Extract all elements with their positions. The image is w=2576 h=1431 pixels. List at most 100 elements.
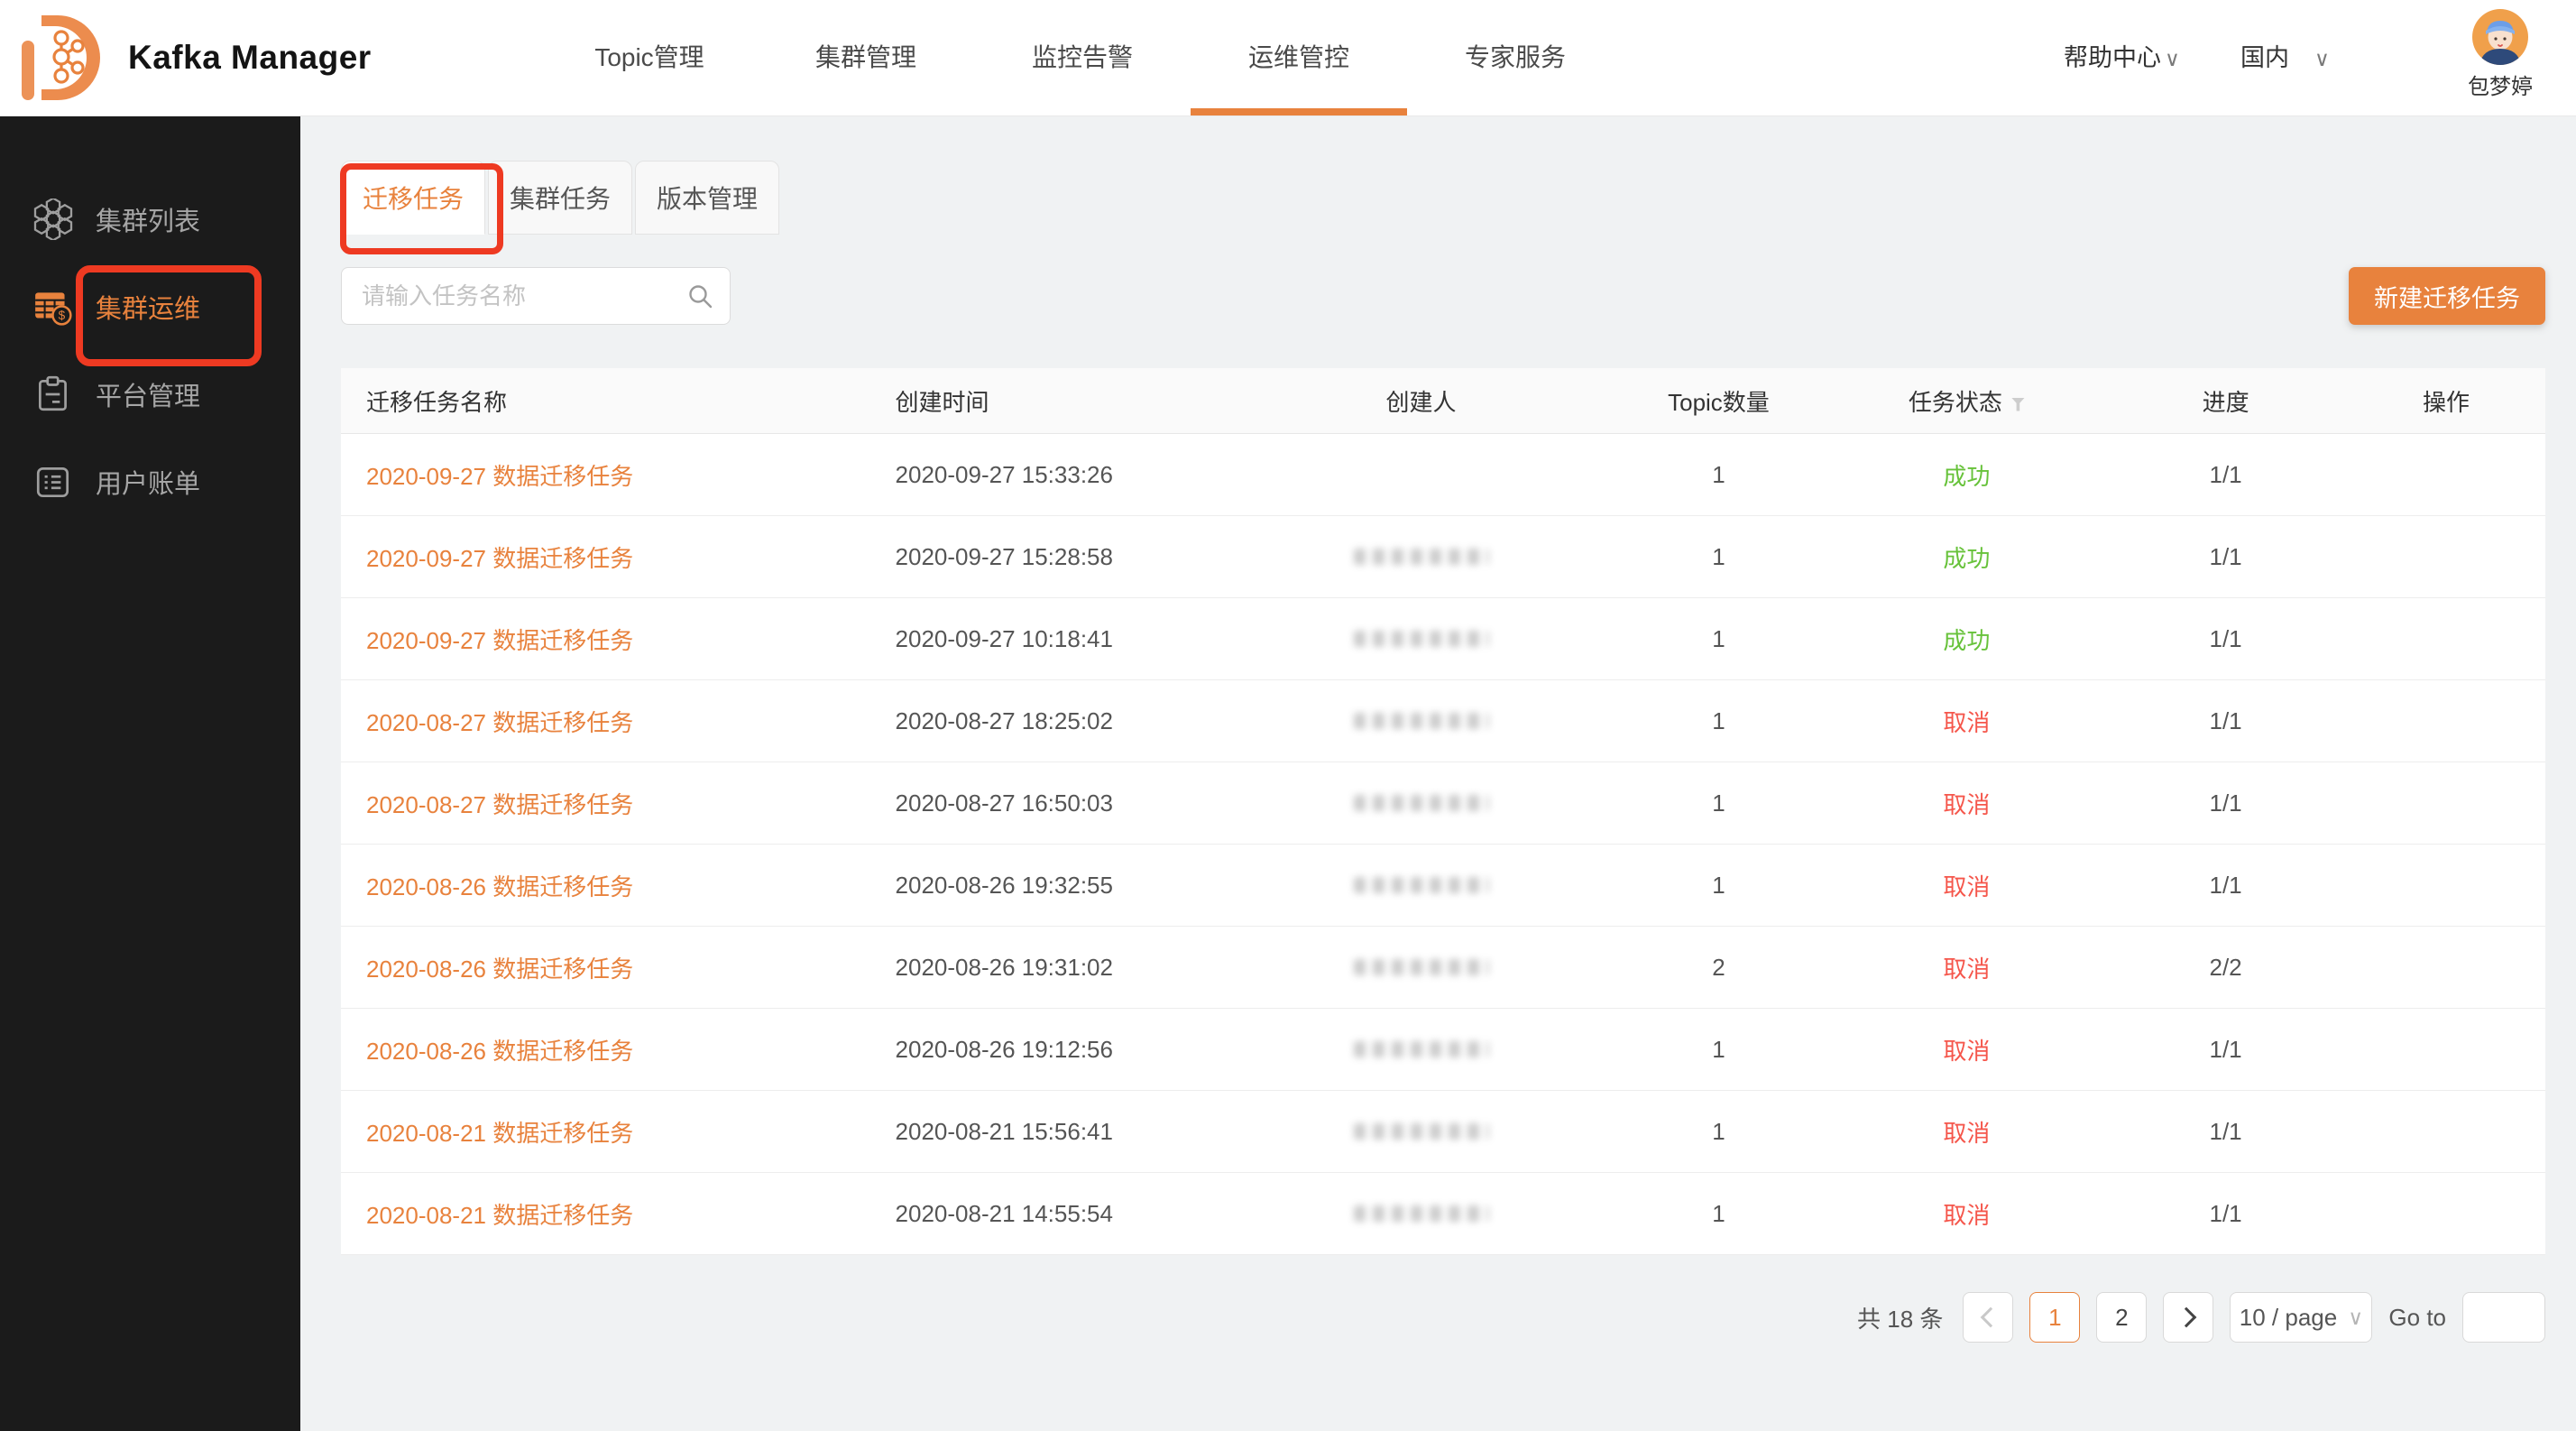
creator-cell [1234, 543, 1608, 571]
task-status: 成功 [1829, 458, 2105, 492]
creator-redacted-text [1354, 959, 1489, 975]
topic-count: 1 [1608, 1036, 1828, 1064]
tab-version-management[interactable]: 版本管理 [635, 161, 779, 235]
svg-text:$: $ [59, 309, 66, 322]
tab-migration-tasks[interactable]: 迁移任务 [341, 161, 485, 235]
sidebar-item-label: 用户账单 [96, 463, 200, 501]
hexagon-cluster-icon [32, 198, 74, 240]
created-time: 2020-08-26 19:32:55 [870, 872, 1234, 900]
task-status: 取消 [1829, 1033, 2105, 1066]
help-center-dropdown[interactable]: 帮助中心∨ [2064, 0, 2180, 115]
chevron-left-icon [1981, 1307, 2001, 1328]
topic-count: 1 [1608, 872, 1828, 900]
task-name-link[interactable]: 2020-08-21 数据迁移任务 [341, 1115, 870, 1149]
task-name-link[interactable]: 2020-08-27 数据迁移任务 [341, 787, 870, 820]
topic-count: 1 [1608, 1200, 1828, 1228]
task-name-link[interactable]: 2020-08-27 数据迁移任务 [341, 705, 870, 738]
task-name-link[interactable]: 2020-09-27 数据迁移任务 [341, 458, 870, 492]
progress: 1/1 [2104, 1118, 2347, 1146]
creator-redacted-text [1354, 1041, 1489, 1057]
table-body: 2020-09-27 数据迁移任务2020-09-27 15:33:261成功1… [341, 434, 2545, 1255]
goto-page-input[interactable] [2462, 1292, 2545, 1343]
sidebar-item-cluster-list[interactable]: 集群列表 [0, 175, 300, 263]
creator-cell [1234, 789, 1608, 817]
created-time: 2020-08-21 15:56:41 [870, 1118, 1234, 1146]
created-time: 2020-08-26 19:31:02 [870, 954, 1234, 982]
clipboard-icon [32, 374, 74, 415]
task-name-link[interactable]: 2020-08-26 数据迁移任务 [341, 951, 870, 984]
filter-icon[interactable] [2011, 398, 2025, 411]
task-name-link[interactable]: 2020-08-26 数据迁移任务 [341, 869, 870, 902]
table-row: 2020-08-21 数据迁移任务2020-08-21 15:56:411取消1… [341, 1091, 2545, 1173]
list-icon [32, 461, 74, 503]
creator-redacted-text [1354, 631, 1489, 647]
nav-ops-control[interactable]: 运维管控 [1191, 0, 1407, 115]
user-menu[interactable]: 包梦婷 [2446, 9, 2554, 100]
migration-task-table: 迁移任务名称 创建时间 创建人 Topic数量 任务状态 进度 操作 2020-… [341, 368, 2545, 1245]
pagination-bar: 共 18 条 1 2 10 / page∨ Go to [341, 1292, 2545, 1343]
total-count-label: 共 18 条 [1857, 1301, 1943, 1334]
task-status: 取消 [1829, 869, 2105, 902]
prev-page-button[interactable] [1963, 1292, 2013, 1343]
task-name-link[interactable]: 2020-08-21 数据迁移任务 [341, 1197, 870, 1231]
created-time: 2020-09-27 15:33:26 [870, 461, 1234, 489]
creator-cell [1234, 954, 1608, 982]
sidebar-item-label: 集群运维 [96, 288, 200, 326]
sidebar-item-user-billing[interactable]: 用户账单 [0, 438, 300, 525]
topic-count: 1 [1608, 1118, 1828, 1146]
creator-cell [1234, 1036, 1608, 1064]
sidebar-item-label: 平台管理 [96, 375, 200, 413]
top-header: Kafka Manager Topic管理 集群管理 监控告警 运维管控 专家服… [0, 0, 2576, 116]
nav-cluster-management[interactable]: 集群管理 [758, 0, 974, 115]
progress: 1/1 [2104, 707, 2347, 735]
sidebar-item-label: 集群列表 [96, 200, 200, 238]
top-navigation: Topic管理 集群管理 监控告警 运维管控 专家服务 [541, 0, 1624, 115]
col-topic-count: Topic数量 [1608, 384, 1828, 418]
nav-topic-management[interactable]: Topic管理 [541, 0, 758, 115]
task-name-link[interactable]: 2020-08-26 数据迁移任务 [341, 1033, 870, 1066]
task-name-link[interactable]: 2020-09-27 数据迁移任务 [341, 623, 870, 656]
next-page-button[interactable] [2163, 1292, 2213, 1343]
progress: 1/1 [2104, 543, 2347, 571]
creator-cell [1234, 1200, 1608, 1228]
tab-cluster-tasks[interactable]: 集群任务 [488, 161, 632, 235]
created-time: 2020-08-26 19:12:56 [870, 1036, 1234, 1064]
chevron-right-icon [2176, 1307, 2197, 1328]
new-migration-task-button[interactable]: 新建迁移任务 [2349, 267, 2545, 325]
table-row: 2020-08-26 数据迁移任务2020-08-26 19:31:022取消2… [341, 927, 2545, 1009]
table-row: 2020-08-21 数据迁移任务2020-08-21 14:55:541取消1… [341, 1173, 2545, 1255]
creator-cell [1234, 625, 1608, 653]
progress: 1/1 [2104, 625, 2347, 653]
table-row: 2020-08-27 数据迁移任务2020-08-27 18:25:021取消1… [341, 680, 2545, 762]
created-time: 2020-08-21 14:55:54 [870, 1200, 1234, 1228]
page-size-select[interactable]: 10 / page∨ [2230, 1292, 2372, 1343]
col-operations: 操作 [2347, 384, 2545, 418]
nav-expert-service[interactable]: 专家服务 [1407, 0, 1624, 115]
left-sidebar: 集群列表 $ 集群运维 平台管理 [0, 115, 300, 1431]
progress: 1/1 [2104, 461, 2347, 489]
sidebar-item-cluster-ops[interactable]: $ 集群运维 [0, 263, 300, 350]
page-button-1[interactable]: 1 [2029, 1292, 2080, 1343]
user-name: 包梦婷 [2446, 69, 2554, 100]
chevron-down-icon: ∨ [2314, 47, 2330, 70]
creator-redacted-text [1354, 549, 1489, 565]
task-status: 取消 [1829, 787, 2105, 820]
task-status: 成功 [1829, 623, 2105, 656]
table-row: 2020-08-26 数据迁移任务2020-08-26 19:12:561取消1… [341, 1009, 2545, 1091]
topic-count: 1 [1608, 461, 1828, 489]
creator-cell [1234, 707, 1608, 735]
task-status: 取消 [1829, 705, 2105, 738]
search-icon[interactable] [686, 282, 715, 311]
task-search-input[interactable] [342, 268, 730, 324]
table-row: 2020-09-27 数据迁移任务2020-09-27 15:28:581成功1… [341, 516, 2545, 598]
nav-monitoring-alerts[interactable]: 监控告警 [974, 0, 1191, 115]
topic-count: 1 [1608, 707, 1828, 735]
topic-count: 1 [1608, 625, 1828, 653]
page-button-2[interactable]: 2 [2096, 1292, 2147, 1343]
topic-count: 1 [1608, 789, 1828, 817]
table-row: 2020-08-27 数据迁移任务2020-08-27 16:50:031取消1… [341, 762, 2545, 845]
topic-count: 2 [1608, 954, 1828, 982]
sidebar-item-platform-management[interactable]: 平台管理 [0, 350, 300, 438]
task-name-link[interactable]: 2020-09-27 数据迁移任务 [341, 540, 870, 574]
region-dropdown[interactable]: 国内∨ [2240, 0, 2330, 115]
